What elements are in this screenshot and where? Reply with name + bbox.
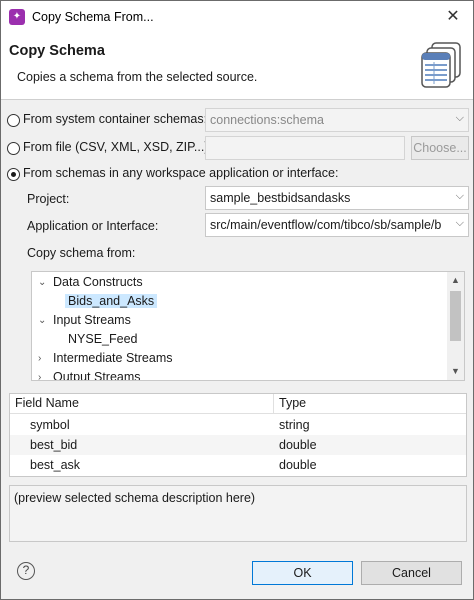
field-name-cell: best_bid bbox=[30, 438, 78, 452]
schema-table-icon bbox=[421, 42, 461, 88]
radio-workspace[interactable] bbox=[7, 168, 20, 181]
window-title: Copy Schema From... bbox=[32, 10, 154, 24]
header-title: Copy Schema bbox=[9, 43, 105, 59]
tree-node-bids-and-asks[interactable]: Bids_and_Asks bbox=[65, 292, 158, 311]
radio-from-file[interactable] bbox=[7, 142, 20, 155]
radio-system-container[interactable] bbox=[7, 114, 20, 127]
tree-node-label: Output Streams bbox=[53, 370, 141, 381]
scroll-thumb[interactable] bbox=[450, 291, 461, 341]
help-icon[interactable]: ? bbox=[17, 562, 35, 580]
expanded-chevron-icon[interactable]: ⌄ bbox=[38, 311, 46, 330]
chevron-down-icon: ⌵ bbox=[455, 217, 464, 229]
table-header: Field Name Type bbox=[10, 394, 466, 414]
system-container-label: From system container schemas: bbox=[23, 112, 208, 126]
tree-node-label: Input Streams bbox=[53, 313, 131, 327]
ok-button[interactable]: OK bbox=[252, 561, 353, 585]
file-path-input[interactable] bbox=[205, 136, 405, 160]
application-label: Application or Interface: bbox=[27, 219, 159, 233]
application-value: src/main/eventflow/com/tibco/sb/sample/b bbox=[210, 218, 442, 232]
title-bar[interactable]: ✦ Copy Schema From... ✕ bbox=[1, 1, 473, 33]
table-row[interactable]: symbol string bbox=[10, 415, 466, 435]
tree-node-label: Intermediate Streams bbox=[53, 351, 173, 365]
column-divider[interactable] bbox=[273, 394, 274, 414]
field-name-cell: symbol bbox=[30, 418, 70, 432]
system-schema-combo[interactable]: connections:schema ⌵ bbox=[205, 108, 469, 132]
tree-node-label: NYSE_Feed bbox=[68, 332, 138, 346]
collapsed-chevron-icon[interactable]: › bbox=[38, 349, 41, 368]
tree-node-label: Bids_and_Asks bbox=[65, 294, 158, 308]
dialog-header: Copy Schema Copies a schema from the sel… bbox=[1, 33, 473, 100]
choose-file-button[interactable]: Choose... bbox=[411, 136, 469, 160]
collapsed-chevron-icon[interactable]: › bbox=[38, 368, 41, 380]
app-icon: ✦ bbox=[9, 9, 25, 25]
tree-scrollbar[interactable]: ▲ ▼ bbox=[447, 272, 464, 380]
system-schema-value: connections:schema bbox=[210, 113, 324, 127]
column-header-field-name[interactable]: Field Name bbox=[15, 396, 79, 410]
copy-from-label: Copy schema from: bbox=[27, 246, 136, 260]
scroll-down-icon[interactable]: ▼ bbox=[447, 363, 464, 380]
project-value: sample_bestbidsandasks bbox=[210, 191, 351, 205]
table-row[interactable]: best_ask double bbox=[10, 455, 466, 475]
project-combo[interactable]: sample_bestbidsandasks ⌵ bbox=[205, 186, 469, 210]
project-label: Project: bbox=[27, 192, 70, 206]
field-name-cell: best_ask bbox=[30, 458, 81, 472]
field-type-cell: double bbox=[279, 438, 317, 452]
expanded-chevron-icon[interactable]: ⌄ bbox=[38, 273, 46, 292]
table-row[interactable]: best_bid double bbox=[10, 435, 466, 455]
close-icon[interactable]: ✕ bbox=[443, 7, 463, 27]
schema-tree[interactable]: ⌄ Data Constructs Bids_and_Asks ⌄ Input … bbox=[31, 271, 465, 381]
column-header-type[interactable]: Type bbox=[279, 396, 306, 410]
header-description: Copies a schema from the selected source… bbox=[17, 70, 258, 84]
fields-table[interactable]: Field Name Type symbol string best_bid d… bbox=[9, 393, 467, 477]
scroll-up-icon[interactable]: ▲ bbox=[447, 272, 464, 289]
from-file-label: From file (CSV, XML, XSD, ZIP...): bbox=[23, 140, 212, 154]
schema-description-preview[interactable]: (preview selected schema description her… bbox=[9, 485, 467, 542]
field-type-cell: string bbox=[279, 418, 310, 432]
field-type-cell: double bbox=[279, 458, 317, 472]
chevron-down-icon: ⌵ bbox=[455, 112, 464, 124]
workspace-label: From schemas in any workspace applicatio… bbox=[23, 166, 339, 180]
tree-node-label: Data Constructs bbox=[53, 275, 143, 289]
chevron-down-icon: ⌵ bbox=[455, 190, 464, 202]
preview-text: (preview selected schema description her… bbox=[14, 491, 256, 505]
application-combo[interactable]: src/main/eventflow/com/tibco/sb/sample/b… bbox=[205, 213, 469, 237]
cancel-button[interactable]: Cancel bbox=[361, 561, 462, 585]
tree-node-nyse-feed[interactable]: NYSE_Feed bbox=[68, 330, 137, 349]
dialog-window: ✦ Copy Schema From... ✕ Copy Schema Copi… bbox=[0, 0, 474, 600]
